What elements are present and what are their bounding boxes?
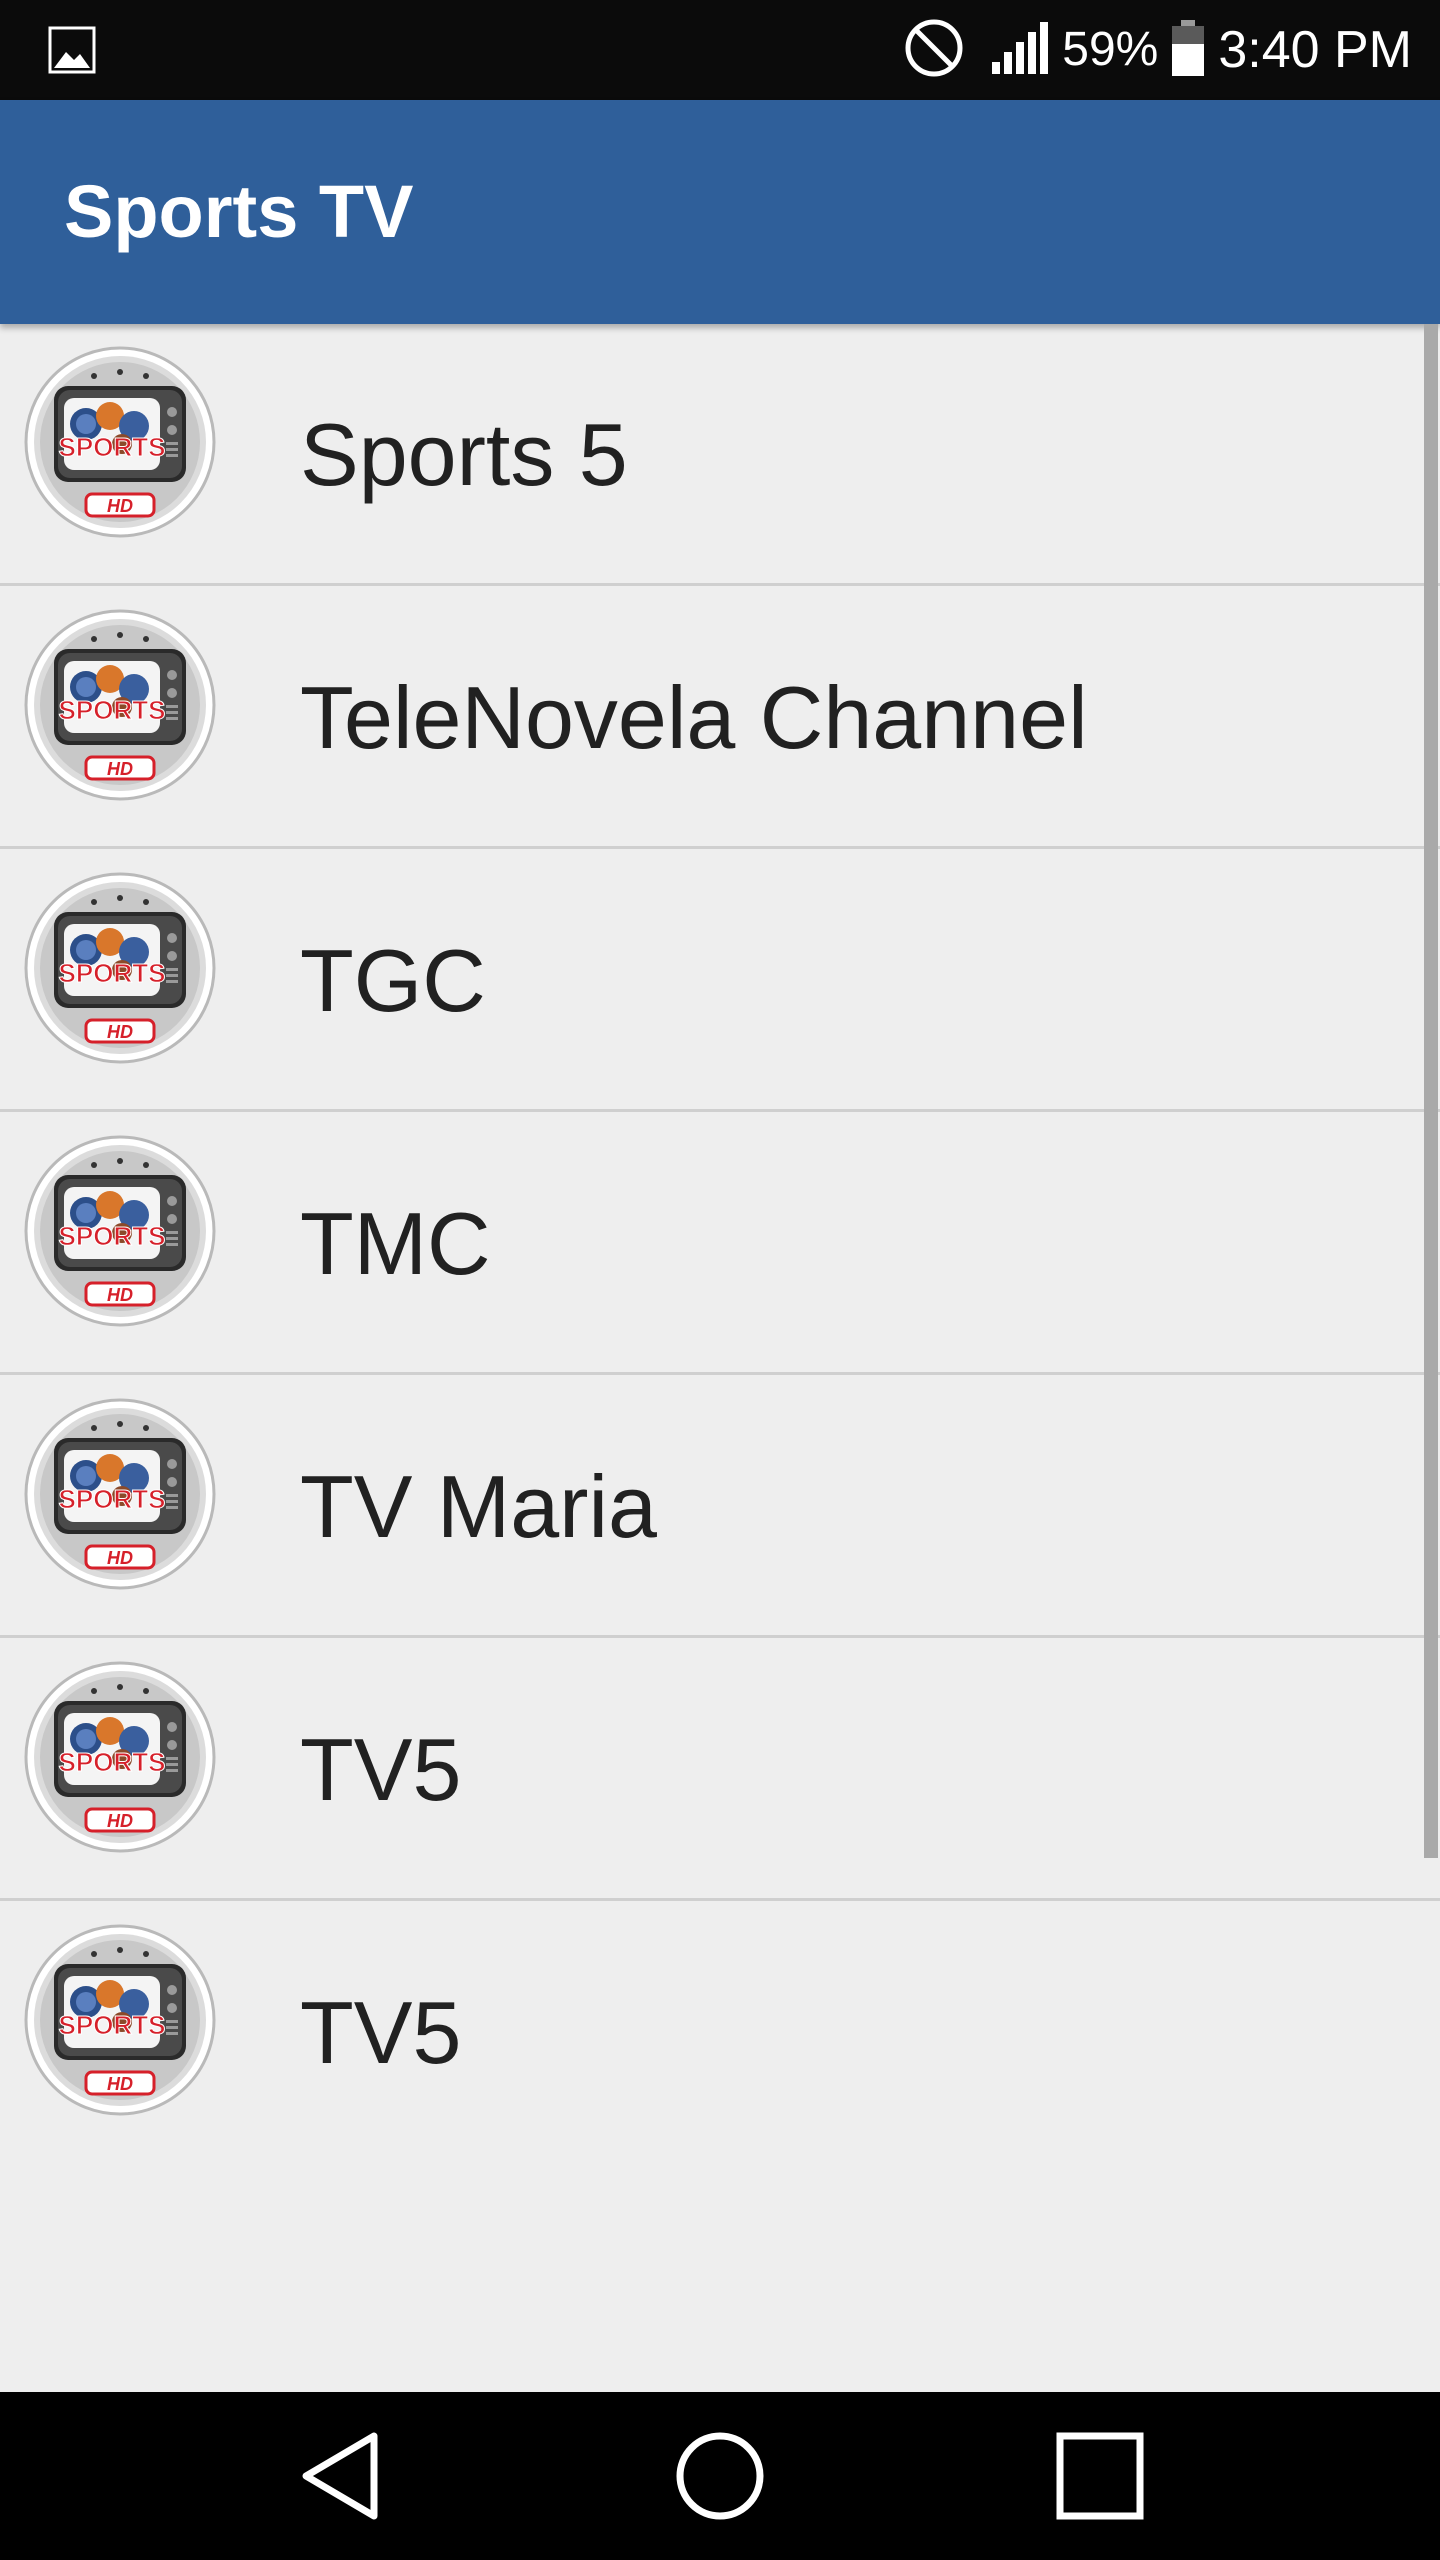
do-not-disturb-icon <box>904 18 964 83</box>
channel-name: TV5 <box>300 1983 462 2082</box>
channel-name: TeleNovela Channel <box>300 668 1088 767</box>
status-icons: 59% 3:40 PM <box>904 0 1412 100</box>
channel-name: TGC <box>300 931 486 1030</box>
divider <box>0 1372 1440 1375</box>
channel-list-item[interactable]: TV5 <box>0 1902 1440 2164</box>
channel-logo-icon <box>24 1135 216 1327</box>
divider <box>0 583 1440 586</box>
signal-icon <box>990 20 1050 81</box>
channel-name: TV Maria <box>300 1457 657 1556</box>
gallery-icon <box>48 24 96 76</box>
divider <box>0 1898 1440 1901</box>
channel-list-item[interactable]: TeleNovela Channel <box>0 587 1440 849</box>
channel-name: TV5 <box>300 1720 462 1819</box>
scrollbar[interactable] <box>1424 324 1438 1858</box>
channel-name: TMC <box>300 1194 491 1293</box>
battery-percent: 59% <box>1062 23 1159 76</box>
channel-logo-icon <box>24 1924 216 2116</box>
channel-logo-icon <box>24 1661 216 1853</box>
battery-icon <box>1170 18 1206 83</box>
channel-logo-icon <box>24 609 216 801</box>
channel-logo-icon <box>24 346 216 538</box>
recents-button[interactable] <box>1000 2392 1200 2560</box>
divider <box>0 846 1440 849</box>
navigation-bar <box>0 2392 1440 2560</box>
channel-name: Sports 5 <box>300 405 628 504</box>
channel-list-item[interactable]: Sports 5 <box>0 324 1440 586</box>
channel-logo-icon <box>24 1398 216 1590</box>
back-button[interactable] <box>240 2392 440 2560</box>
clock: 3:40 PM <box>1218 21 1412 79</box>
divider <box>0 1635 1440 1638</box>
home-icon <box>676 2432 764 2520</box>
channel-list[interactable]: Sports 5 TeleNovela Channel TGC TMC TV M… <box>0 324 1440 2392</box>
recents-icon <box>1056 2432 1144 2520</box>
channel-list-item[interactable]: TMC <box>0 1113 1440 1375</box>
channel-list-item[interactable]: TV Maria <box>0 1376 1440 1638</box>
app-title: Sports TV <box>64 170 414 253</box>
channel-list-item[interactable]: TGC <box>0 850 1440 1112</box>
channel-list-item[interactable]: TV5 <box>0 1639 1440 1901</box>
back-icon <box>302 2432 378 2520</box>
home-button[interactable] <box>620 2392 820 2560</box>
status-bar: 59% 3:40 PM <box>0 0 1440 100</box>
channel-logo-icon <box>24 872 216 1064</box>
divider <box>0 1109 1440 1112</box>
app-bar: Sports TV <box>0 100 1440 324</box>
screen: 59% 3:40 PM Sports TV Sports 5 TeleNovel… <box>0 0 1440 2560</box>
